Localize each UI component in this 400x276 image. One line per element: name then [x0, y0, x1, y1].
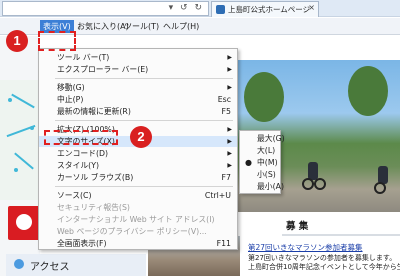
submenu-arrow-icon: ▶ — [227, 126, 232, 133]
access-label: アクセス — [30, 262, 70, 273]
selected-bullet-icon: ● — [245, 158, 252, 167]
mascot-banner[interactable] — [8, 206, 40, 240]
menu-separator — [55, 78, 233, 79]
map-marker — [14, 168, 18, 172]
menu-shortcut: Esc — [217, 95, 231, 104]
submenu-arrow-icon: ▶ — [227, 54, 232, 61]
access-bar[interactable]: アクセス — [6, 254, 146, 276]
photo-tree — [244, 72, 284, 122]
menu-item-refresh[interactable]: 最新の情報に更新(R) F5 — [39, 106, 237, 117]
menu-shortcut: Ctrl+U — [204, 191, 231, 200]
menu-item-label: ソース(C) — [57, 191, 92, 200]
submenu-item-label: 中(M) — [257, 158, 278, 167]
menu-item-label: 移動(G) — [57, 83, 85, 92]
map-marker — [30, 126, 34, 130]
submenu-arrow-icon: ▶ — [227, 162, 232, 169]
text-size-submenu: 最大(G) 大(L) ● 中(M) 小(S) 最小(A) — [239, 130, 285, 194]
menu-item-international-address: インターナショナル Web サイト アドレス(I) — [39, 214, 237, 225]
menu-item-full-screen[interactable]: 全画面表示(F) F11 — [39, 238, 237, 249]
menu-shortcut: F11 — [216, 239, 231, 248]
browser-tab[interactable]: 上島町公式ホームページ × — [211, 1, 319, 17]
menu-item-label: スタイル(Y) — [57, 161, 100, 170]
town-map[interactable] — [0, 80, 40, 200]
menu-item-label: インターナショナル Web サイト アドレス(I) — [57, 215, 215, 224]
view-menu: ツール バー(T) ▶ エクスプローラー バー(E) ▶ 移動(G) ▶ 中止(P) E… — [38, 48, 238, 250]
news-link[interactable]: 第27回いきなマラソン参加者募集 — [248, 242, 363, 253]
menu-item-label: カーソル ブラウズ(B) — [57, 173, 134, 182]
favicon-icon — [216, 5, 225, 14]
photo-wheel — [302, 178, 314, 190]
menu-item-label: 全画面表示(F) — [57, 239, 107, 248]
menu-item-stop[interactable]: 中止(P) Esc — [39, 94, 237, 105]
menu-item-label: 最新の情報に更新(R) — [57, 107, 131, 116]
photo-wheel — [314, 178, 326, 190]
menu-item-label: エンコード(D) — [57, 149, 109, 158]
submenu-arrow-icon: ▶ — [227, 66, 232, 73]
browser-titlebar: ▾ ↺ ↻ 上島町公式ホームページ × — [0, 0, 400, 17]
text-size-large[interactable]: 大(L) — [240, 145, 280, 157]
submenu-arrow-icon: ▶ — [227, 84, 232, 91]
menu-item-source[interactable]: ソース(C) Ctrl+U — [39, 190, 237, 201]
menu-item-go-to[interactable]: 移動(G) ▶ — [39, 82, 237, 93]
menu-item-toolbars[interactable]: ツール バー(T) ▶ — [39, 52, 237, 63]
menu-item-label: Web ページのプライバシー ポリシー(V)... — [57, 227, 207, 236]
news-body: 第27回いきなマラソンの参加者を募集します。 上島町合併10周年記念イベントとし… — [248, 254, 400, 272]
news-line: 上島町合併10周年記念イベントとして今年から生名 — [248, 263, 400, 271]
map-route-line — [11, 93, 35, 109]
tab-title: 上島町公式ホームページ — [228, 5, 311, 14]
menu-separator — [55, 120, 233, 121]
menu-item-style[interactable]: スタイル(Y) ▶ — [39, 160, 237, 171]
submenu-arrow-icon: ▶ — [227, 138, 232, 145]
text-size-small[interactable]: 小(S) — [240, 169, 280, 181]
menu-separator — [55, 186, 233, 187]
text-size-smallest[interactable]: 最小(A) — [240, 181, 284, 193]
text-size-medium[interactable]: ● 中(M) — [240, 157, 280, 169]
mascot-face-icon — [16, 214, 32, 230]
menu-shortcut: F5 — [221, 107, 231, 116]
map-route-line — [14, 152, 34, 170]
recruit-heading: 募 集 — [282, 212, 400, 236]
photo-wheel — [374, 182, 386, 194]
access-icon — [14, 259, 24, 269]
menu-shortcut: F7 — [221, 173, 231, 182]
address-bar-icons[interactable]: ▾ ↺ ↻ — [169, 3, 204, 13]
menu-item-security-report: セキュリティ報告(S) — [39, 202, 237, 213]
menu-item-label: セキュリティ報告(S) — [57, 203, 130, 212]
map-marker — [8, 98, 12, 102]
submenu-item-label: 最小(A) — [257, 182, 285, 191]
menu-item-caret-browsing[interactable]: カーソル ブラウズ(B) F7 — [39, 172, 237, 183]
submenu-item-label: 最大(G) — [257, 134, 285, 143]
menu-item-explorer-bar[interactable]: エクスプローラー バー(E) ▶ — [39, 64, 237, 75]
step1-callout: 1 — [6, 30, 28, 52]
news-line: 第27回いきなマラソンの参加者を募集します。 — [248, 254, 397, 262]
menu-item-encoding[interactable]: エンコード(D) ▶ — [39, 148, 237, 159]
step2-callout: 2 — [130, 126, 152, 148]
tab-close-icon[interactable]: × — [308, 3, 315, 12]
step2-highlight — [44, 130, 118, 145]
menu-item-privacy-policy: Web ページのプライバシー ポリシー(V)... — [39, 226, 237, 237]
photo-tree — [348, 66, 388, 116]
menu-help[interactable]: ヘルプ(H) — [160, 20, 202, 33]
menu-item-label: エクスプローラー バー(E) — [57, 65, 149, 74]
submenu-item-label: 小(S) — [257, 170, 276, 179]
text-size-largest[interactable]: 最大(G) — [240, 133, 285, 145]
submenu-item-label: 大(L) — [257, 146, 276, 155]
menu-tools[interactable]: ツール(T) — [121, 20, 162, 33]
step1-highlight — [38, 31, 76, 51]
menu-item-label: 中止(P) — [57, 95, 84, 104]
submenu-arrow-icon: ▶ — [227, 150, 232, 157]
menu-item-label: ツール バー(T) — [57, 53, 110, 62]
address-bar[interactable]: ▾ ↺ ↻ — [2, 1, 209, 16]
